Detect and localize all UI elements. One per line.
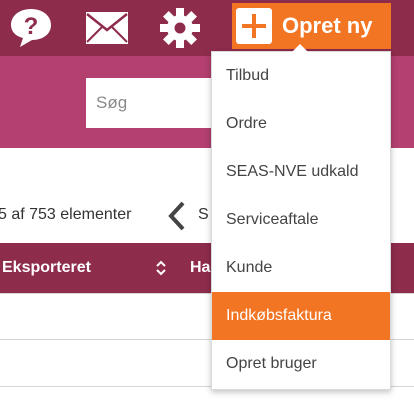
menu-arrow	[292, 44, 308, 52]
menu-item-kunde[interactable]: Kunde	[212, 244, 390, 292]
menu-item-serviceaftale[interactable]: Serviceaftale	[212, 196, 390, 244]
column-header-partial[interactable]: Ha	[190, 259, 210, 277]
menu-item-indkobsfaktura[interactable]: Indkøbsfaktura	[212, 292, 390, 340]
top-navigation-bar: ? Opret ny	[0, 0, 414, 56]
help-icon[interactable]: ?	[8, 7, 54, 49]
svg-text:?: ?	[24, 13, 39, 40]
plus-icon	[236, 8, 272, 44]
mail-icon[interactable]	[84, 8, 130, 48]
create-new-menu: Tilbud Ordre SEAS-NVE udkald Serviceafta…	[211, 44, 391, 390]
item-count: 5 af 753 elementer	[0, 206, 132, 223]
create-new-label: Opret ny	[282, 13, 373, 38]
pager-next-label[interactable]: S	[198, 206, 209, 224]
menu-item-seas-nve-udkald[interactable]: SEAS-NVE udkald	[212, 148, 390, 196]
create-new-button[interactable]: Opret ny	[232, 3, 391, 49]
menu-item-tilbud[interactable]: Tilbud	[212, 52, 390, 100]
gear-icon[interactable]	[158, 6, 202, 50]
sort-icon[interactable]	[154, 258, 168, 278]
column-header-exported[interactable]: Eksporteret	[2, 259, 91, 277]
chevron-left-icon[interactable]	[166, 200, 188, 232]
menu-item-opret-bruger[interactable]: Opret bruger	[212, 340, 390, 388]
search-input[interactable]	[86, 78, 212, 128]
menu-item-ordre[interactable]: Ordre	[212, 100, 390, 148]
